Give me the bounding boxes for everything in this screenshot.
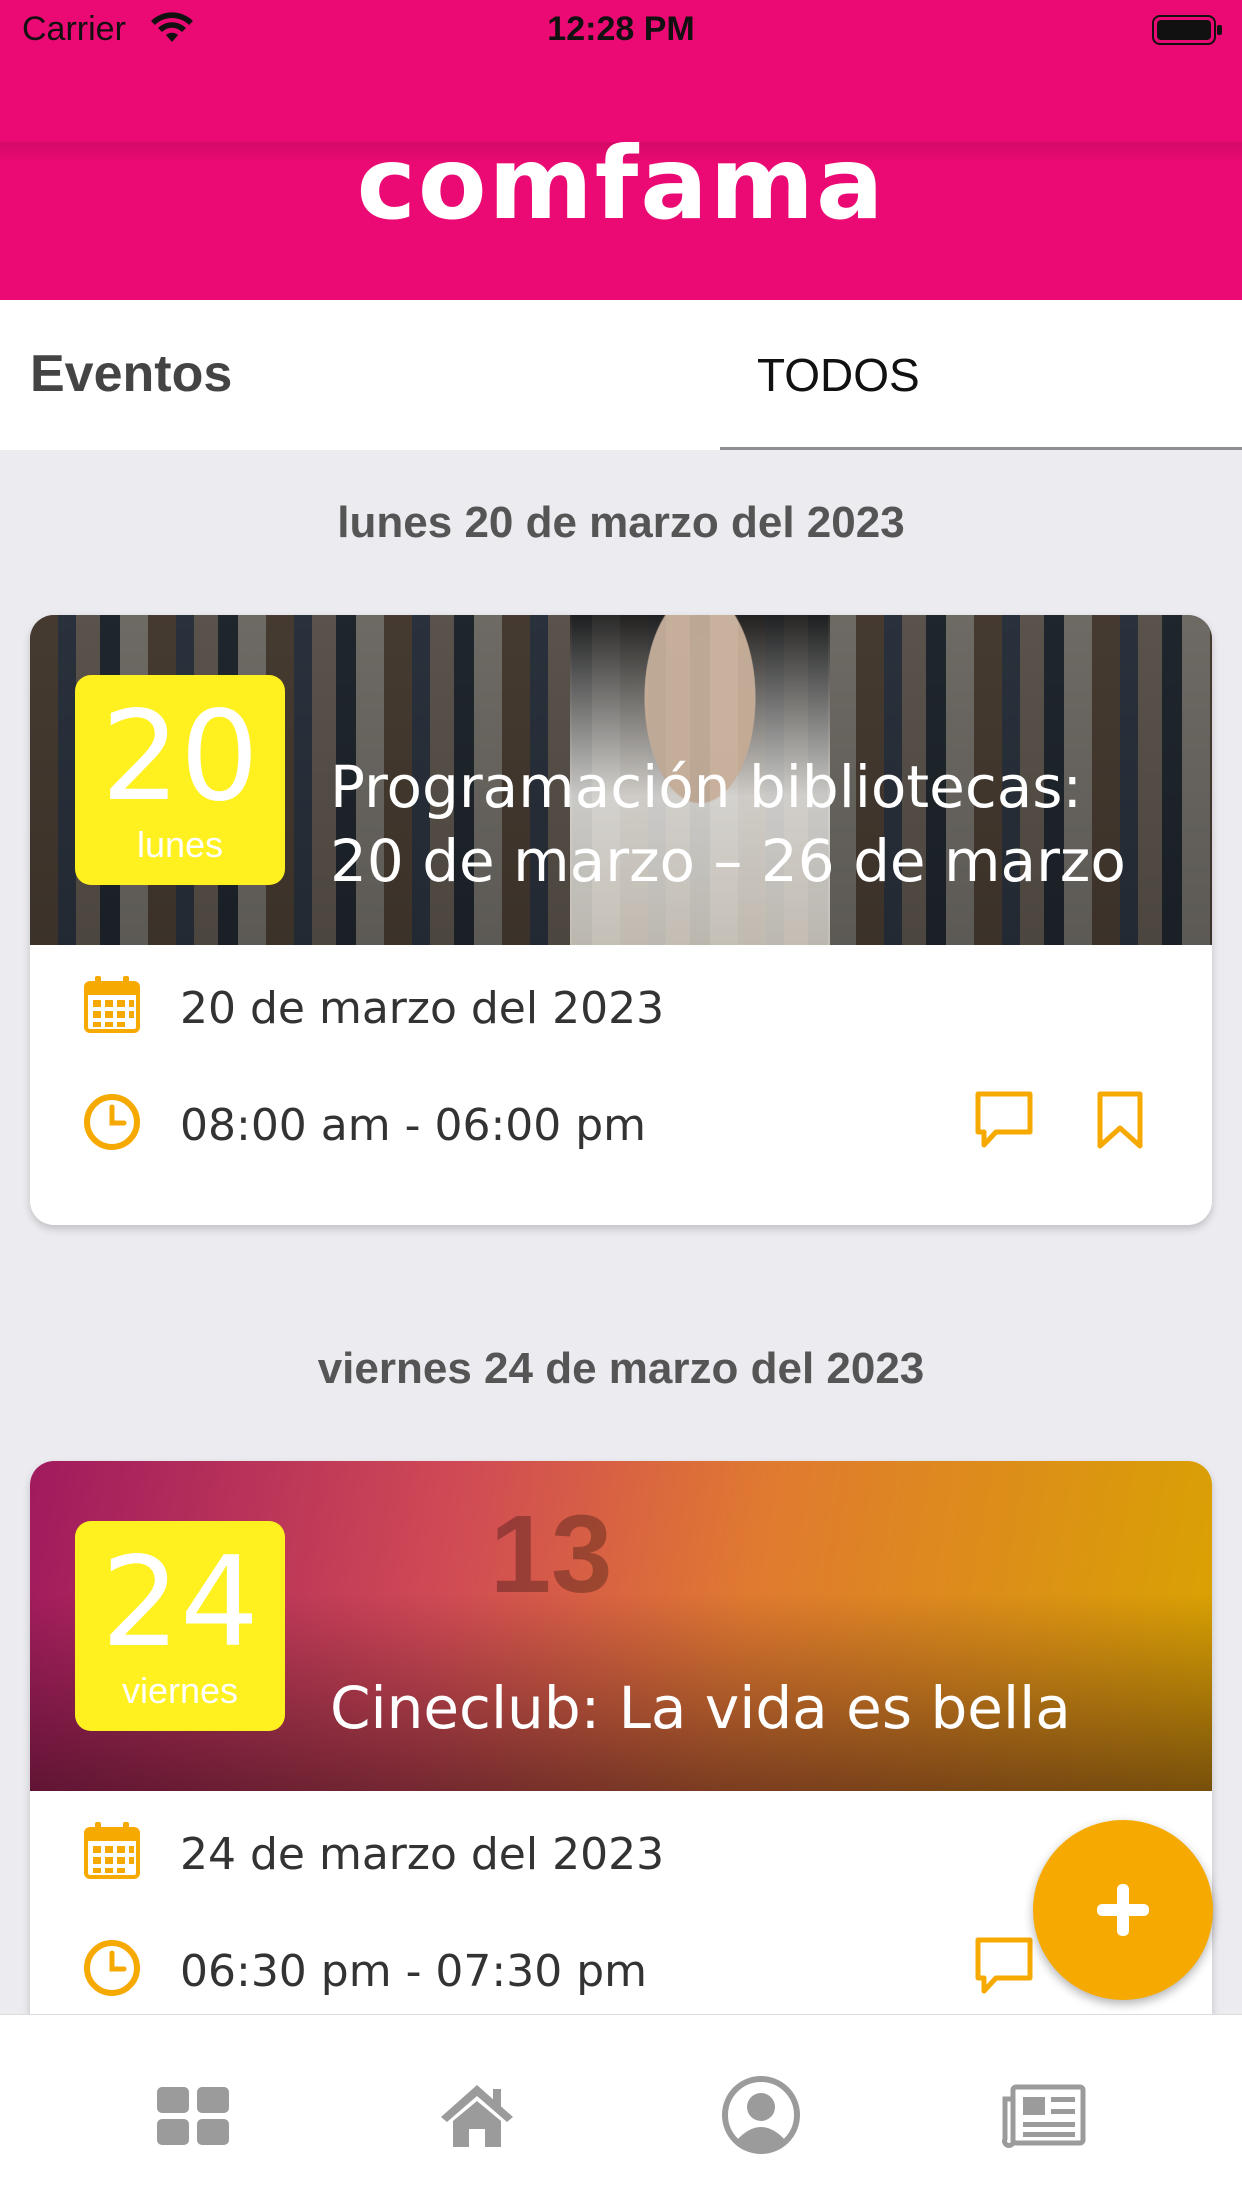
date-heading: lunes 20 de marzo del 2023: [337, 498, 905, 547]
comment-icon[interactable]: [972, 1934, 1036, 1998]
event-time: 06:30 pm - 07:30 pm: [180, 1946, 648, 1997]
event-banner-image[interactable]: 13 24 viernes Cineclub: La vida es bella: [30, 1461, 1212, 1791]
home-icon[interactable]: [427, 2065, 527, 2165]
calendar-icon: [84, 976, 140, 1033]
badge-day: 24: [101, 1531, 259, 1675]
event-time-row: 06:30 pm - 07:30 pm: [30, 1928, 1212, 2008]
badge-weekday: viernes: [121, 1670, 239, 1711]
date-heading: viernes 24 de marzo del 2023: [317, 1344, 925, 1393]
add-event-button[interactable]: [1033, 1820, 1213, 2000]
badge-weekday: lunes: [136, 824, 224, 865]
event-banner-image[interactable]: 20 lunes Programación bibliotecas: 20 de…: [30, 615, 1212, 945]
tab-todos-label: TODOS: [757, 349, 920, 401]
comment-icon[interactable]: [972, 1088, 1036, 1152]
grid-icon[interactable]: [143, 2065, 243, 2165]
events-tab-bar: Eventos TODOS: [0, 300, 1242, 450]
profile-icon[interactable]: [711, 2065, 811, 2165]
plus-icon: [1097, 1884, 1149, 1936]
event-date-row: 20 de marzo del 2023: [30, 965, 1212, 1045]
page-title: Eventos: [30, 345, 233, 403]
battery-icon: [1152, 15, 1222, 45]
event-title[interactable]: Programación bibliotecas: 20 de marzo – …: [330, 750, 1162, 898]
event-card[interactable]: 13 24 viernes Cineclub: La vida es bella…: [30, 1461, 1212, 2071]
event-date: 24 de marzo del 2023: [180, 1829, 665, 1880]
status-bar: Carrier 12:28 PM: [0, 0, 1242, 62]
tab-todos[interactable]: TODOS: [720, 300, 1242, 450]
calendar-icon: [84, 1822, 140, 1879]
date-badge: 20 lunes: [75, 675, 285, 885]
bottom-navigation: [0, 2014, 1242, 2208]
event-card[interactable]: 20 lunes Programación bibliotecas: 20 de…: [30, 615, 1212, 1225]
event-title[interactable]: Cineclub: La vida es bella: [330, 1671, 1162, 1745]
clock-icon: [84, 1940, 140, 1996]
event-date-row: 24 de marzo del 2023: [30, 1811, 1212, 1891]
event-date: 20 de marzo del 2023: [180, 983, 665, 1034]
badge-day: 20: [101, 685, 259, 829]
status-time: 12:28 PM: [547, 10, 695, 48]
date-badge: 24 viernes: [75, 1521, 285, 1731]
event-details: 20 de marzo del 2023 08:00 am - 06:00 pm: [30, 945, 1212, 1225]
bookmark-icon[interactable]: [1088, 1088, 1152, 1152]
comfama-logo: comfama: [356, 125, 886, 242]
clock-icon: [84, 1094, 140, 1150]
event-time: 08:00 am - 06:00 pm: [180, 1100, 647, 1151]
event-time-row: 08:00 am - 06:00 pm: [30, 1082, 1212, 1162]
news-icon[interactable]: [995, 2065, 1095, 2165]
